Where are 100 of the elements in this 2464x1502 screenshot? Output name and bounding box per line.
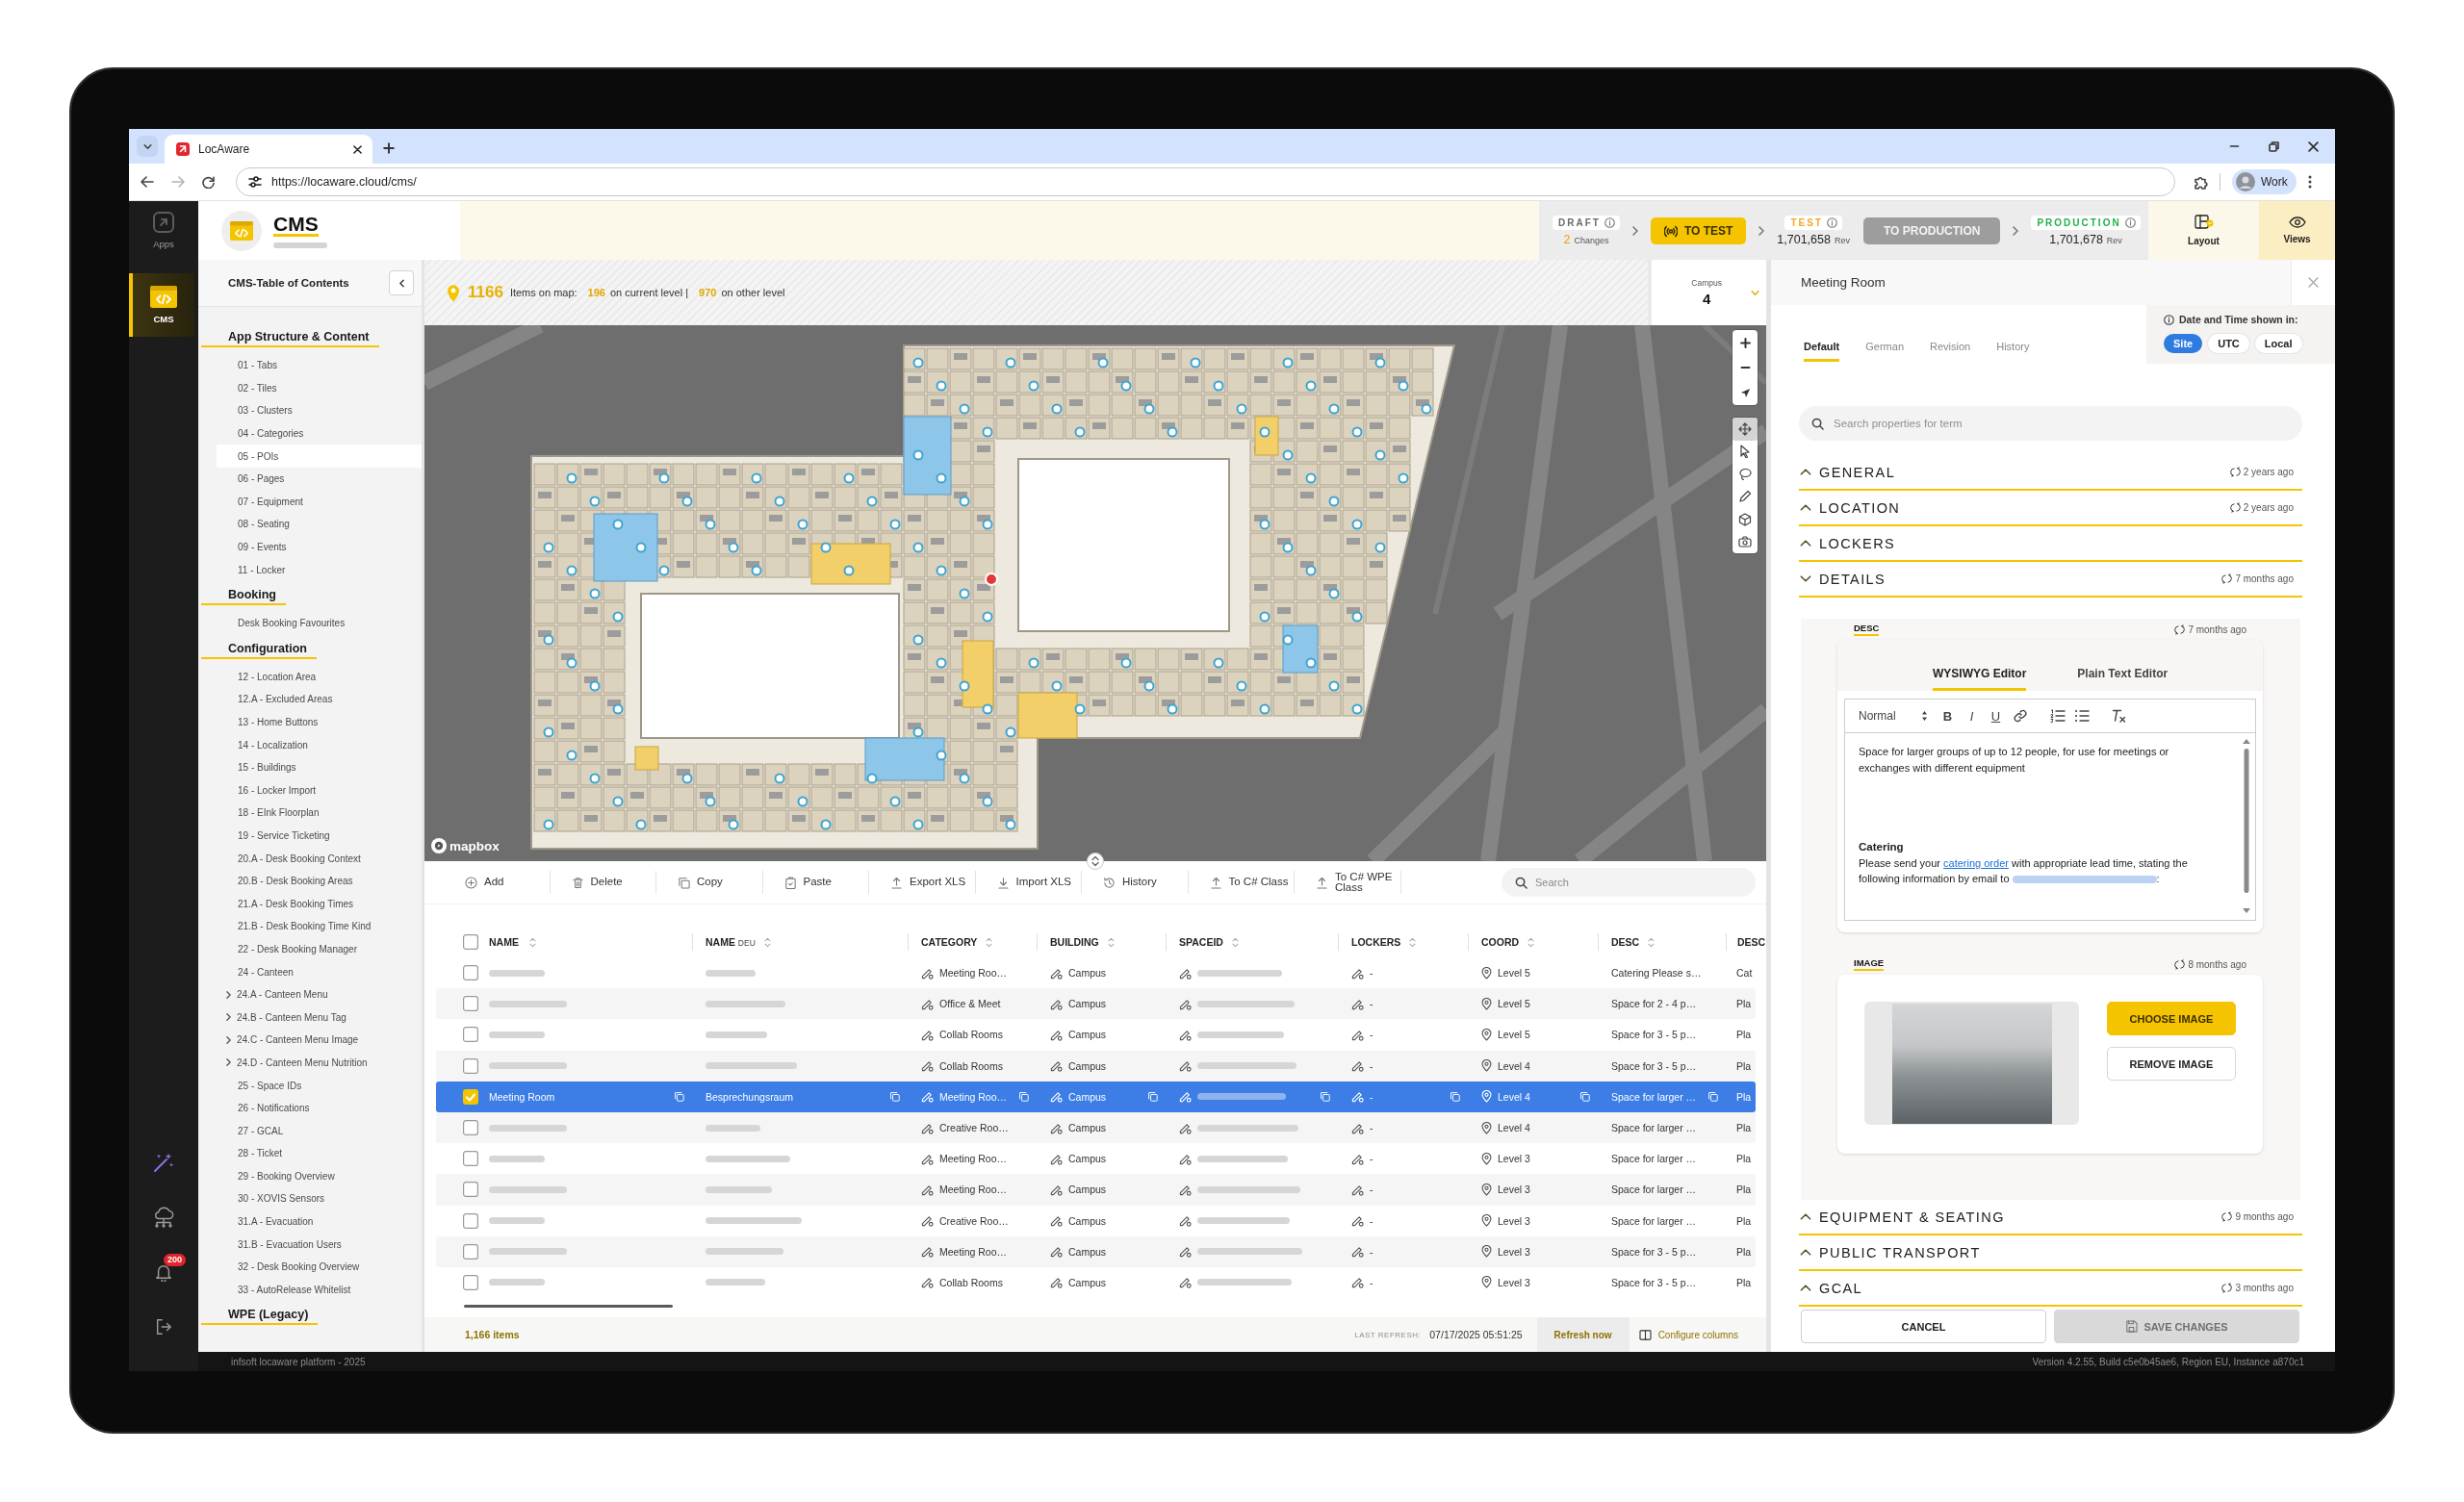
close-icon[interactable] [2308,140,2319,152]
bold-button[interactable]: B [1936,704,1960,727]
copy-icon[interactable] [1450,1091,1460,1103]
row-checkbox[interactable] [463,1243,478,1260]
toolbar-button[interactable]: To C# WPE Class [1295,871,1401,894]
tab[interactable]: Revision [1930,341,1971,362]
view-button[interactable]: Views [2259,201,2335,260]
timezone-option[interactable]: Site [2164,334,2203,353]
sidebar-item[interactable]: Desk Booking Favourites [217,611,422,635]
info-icon[interactable] [1826,216,1837,228]
sidebar-item[interactable]: 31.B - Evacuation Users [217,1233,422,1256]
row-checkbox[interactable] [463,1212,478,1229]
sidebar-item[interactable]: 12 - Location Area [217,665,422,689]
minimize-icon[interactable] [2229,145,2240,147]
row-checkbox[interactable] [463,1088,478,1105]
map-tool-button[interactable] [1732,418,1758,441]
info-icon[interactable] [1604,216,1615,228]
timezone-option[interactable]: Local [2254,334,2302,353]
column-header[interactable]: CATEGORY [921,936,978,948]
site-info-icon[interactable] [248,176,262,188]
select-all-checkbox[interactable] [463,934,478,950]
copy-icon[interactable] [1579,1091,1590,1103]
cloud-network-icon[interactable] [152,1206,175,1228]
column-header[interactable]: DESC [1611,936,1640,948]
row-checkbox[interactable] [463,1057,478,1074]
compass-icon[interactable] [1739,387,1751,398]
bullet-list-icon[interactable] [2073,709,2090,723]
restore-icon[interactable] [2269,140,2279,152]
plus-icon[interactable] [383,142,395,154]
editor-tab[interactable]: Plain Text Editor [2077,667,2169,691]
tab-list-button[interactable] [137,136,158,157]
table-row[interactable]: Meeting Room Besprechungsraum Meeting Roo… Campus - Level 4 Space for larger … Pla [436,1081,1756,1112]
copy-icon[interactable] [1707,1091,1718,1103]
refresh-button[interactable]: Refresh now [1536,1317,1630,1352]
toolbar-button[interactable]: Copy [656,871,763,894]
row-checkbox[interactable] [463,1274,478,1290]
sidebar-item[interactable]: 21.A - Desk Booking Times [217,892,422,916]
copy-icon[interactable] [1147,1091,1158,1103]
sidebar-item[interactable]: 28 - Ticket [217,1142,422,1165]
resize-handle-icon[interactable] [1087,853,1104,870]
underline-button[interactable]: U [1984,704,2008,727]
more-icon[interactable] [2307,175,2312,189]
row-checkbox[interactable] [463,1027,478,1043]
column-header[interactable]: COORD [1481,936,1520,948]
toolbar-button[interactable]: Paste [762,871,869,894]
copy-icon[interactable] [1320,1091,1330,1103]
tab[interactable]: History [1996,341,2030,362]
sidebar-item[interactable]: 08 - Seating [217,513,422,536]
puzzle-icon[interactable] [2194,174,2208,190]
row-checkbox[interactable] [463,1182,478,1198]
column-header[interactable]: SPACEID [1179,936,1223,948]
table-row[interactable]: Office & Meet Campus - Level 5 Space for 2 - 4 p… Pla [436,988,1756,1020]
sidebar-item[interactable]: 33 - AutoRelease Whitelist [217,1278,422,1302]
timezone-option[interactable]: UTC [2208,334,2249,353]
sort-icon[interactable] [528,936,536,948]
link[interactable]: catering order [1943,856,2009,869]
table-row[interactable]: Collab Rooms Campus - Level 4 Space for 3 - 5 p… Pla [436,1050,1756,1082]
row-checkbox[interactable] [463,996,478,1012]
sidebar-item[interactable]: 04 - Categories [217,421,422,446]
horizontal-scrollbar[interactable] [464,1305,673,1309]
toolbar-button[interactable]: Delete [550,871,656,894]
editor-tab[interactable]: WYSIWYG Editor [1933,667,2027,691]
sidebar-item[interactable]: 22 - Desk Booking Manager [217,937,422,961]
tab[interactable]: German [1865,341,1905,362]
search-field[interactable]: Search properties for term [1799,406,2302,441]
row-checkbox[interactable] [463,1151,478,1167]
rail-item[interactable]: CMS [129,273,194,337]
sidebar-item[interactable]: 16 - Locker Import [217,778,422,802]
column-header[interactable]: NAME [489,936,519,948]
vertical-scrollbar[interactable] [2243,739,2250,913]
arrow-right-icon[interactable] [171,176,185,188]
info-icon[interactable] [2124,216,2136,228]
sidebar-item[interactable]: 25 - Space IDs [217,1074,422,1097]
sidebar-item[interactable]: 20.A - Desk Booking Context [217,847,422,870]
clear-format-icon[interactable] [2112,709,2126,723]
numbered-list-icon[interactable] [2049,709,2066,723]
image-action-button[interactable]: CHOOSE IMAGE [2107,1002,2236,1035]
editor-content[interactable] [1844,733,2256,921]
sidebar-item[interactable]: 13 - Home Buttons [217,710,422,734]
sidebar-item[interactable]: 09 - Events [217,535,422,559]
collapse-button[interactable] [389,270,414,295]
sidebar-item[interactable]: 32 - Desk Booking Overview [217,1255,422,1279]
copy-icon[interactable] [674,1091,684,1103]
sidebar-item[interactable]: 21.B - Desk Booking Time Kind [217,915,422,938]
sidebar-item[interactable]: 01 - Tabs [217,354,422,377]
profile-button[interactable]: Work [2232,169,2297,194]
column-header[interactable]: DESC [1737,936,1766,948]
sidebar-item[interactable]: 18 - EInk Floorplan [217,802,422,825]
close-icon[interactable] [353,144,362,154]
toolbar-button[interactable]: To C# Class [1188,871,1295,894]
row-checkbox[interactable] [463,965,478,981]
sort-icon[interactable] [1648,936,1656,948]
section-header[interactable]: PUBLIC TRANSPORT [1799,1235,2302,1271]
footer-button[interactable]: CANCEL [1801,1310,2046,1343]
sidebar-item[interactable]: 24.A - Canteen Menu [217,982,422,1006]
sidebar-item[interactable]: 24.C - Canteen Menu Image [217,1029,422,1052]
level-picker[interactable]: Campus 4 [1652,260,1766,325]
sidebar-item[interactable]: 02 - Tiles [217,376,422,400]
toolbar-button[interactable]: Export XLS [869,871,976,894]
sidebar-item[interactable]: 26 - Notifications [217,1096,422,1120]
